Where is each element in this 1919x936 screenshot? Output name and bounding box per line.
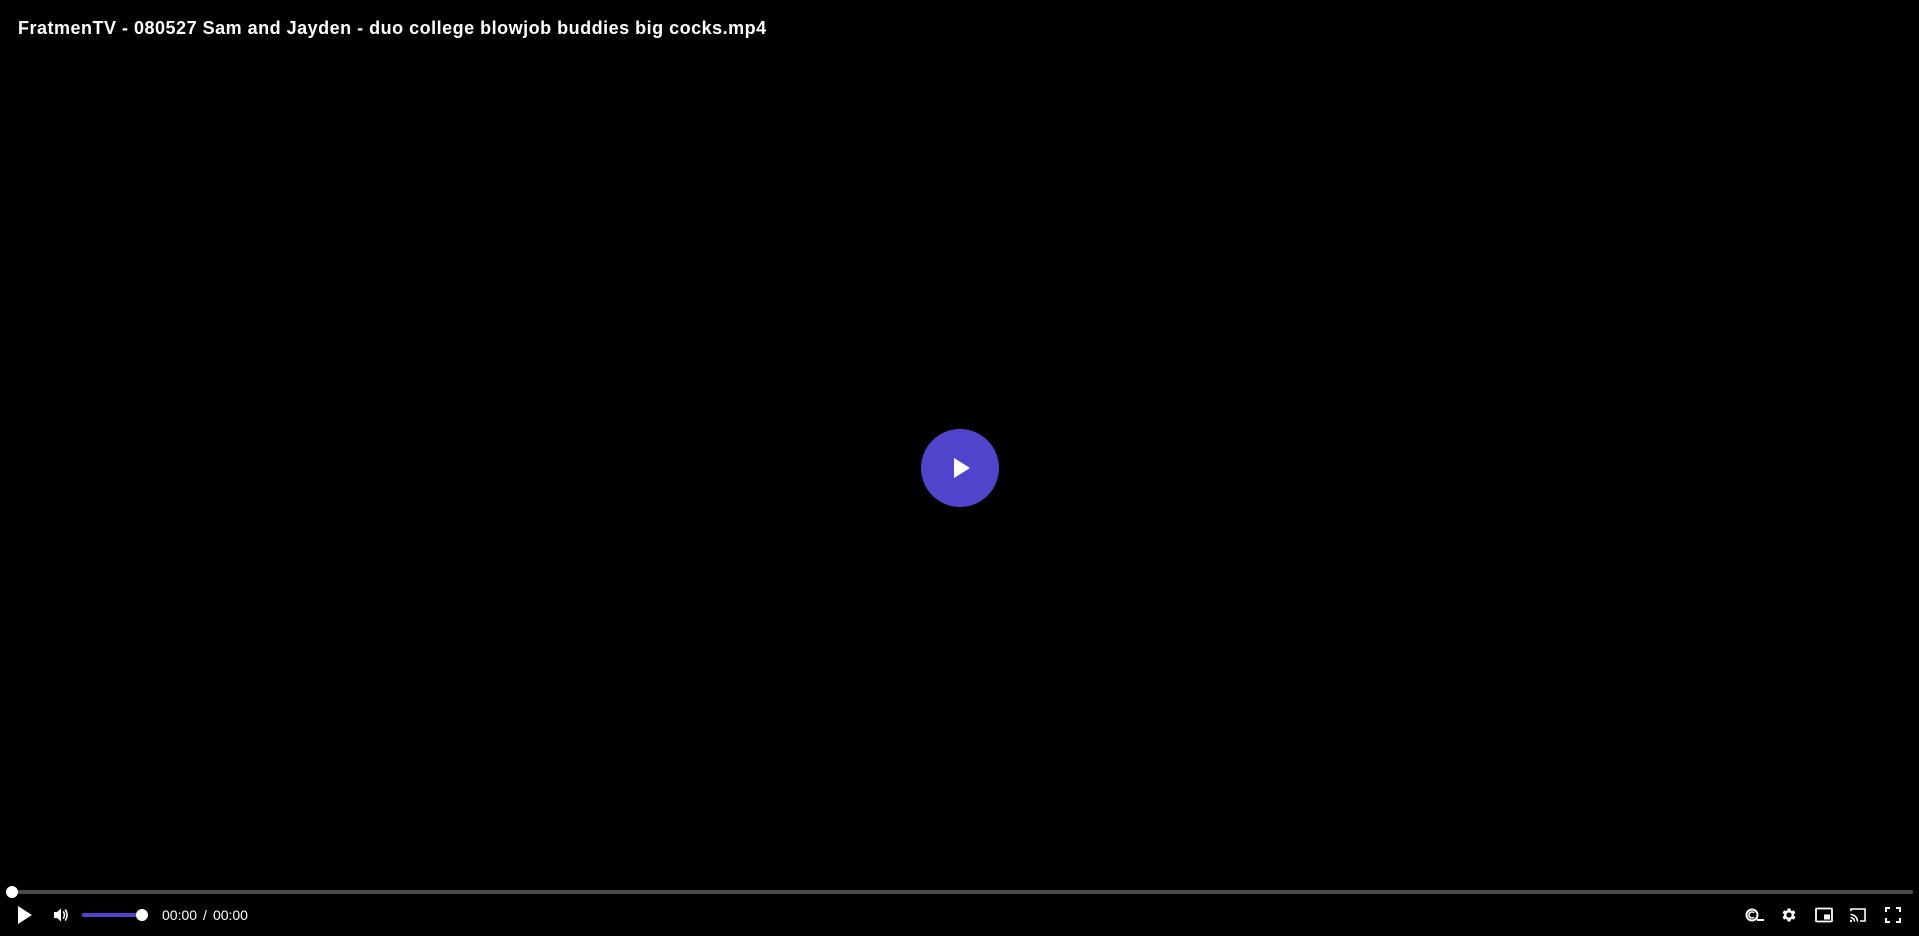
volume-slider[interactable] <box>82 907 148 923</box>
gear-icon <box>1782 908 1796 922</box>
volume-thumb[interactable] <box>136 909 148 921</box>
video-title: FratmenTV - 080527 Sam and Jayden - duo … <box>18 18 767 38</box>
big-play-button[interactable] <box>921 429 999 507</box>
volume-icon <box>54 908 68 922</box>
video-player[interactable]: FratmenTV - 080527 Sam and Jayden - duo … <box>0 0 1919 936</box>
play-button[interactable] <box>14 904 36 926</box>
settings-button[interactable] <box>1778 904 1800 926</box>
volume-fill <box>82 913 142 917</box>
picture-in-picture-icon <box>1815 907 1833 923</box>
time-separator: / <box>203 907 207 923</box>
control-bar: 00:00 / 00:00 <box>0 900 1919 930</box>
captions-button[interactable] <box>1744 904 1766 926</box>
cast-button[interactable] <box>1847 904 1869 926</box>
mute-button[interactable] <box>50 904 72 926</box>
time-display: 00:00 / 00:00 <box>162 907 248 923</box>
current-time: 00:00 <box>162 907 198 923</box>
progress-thumb[interactable] <box>6 886 18 898</box>
cast-icon <box>1849 908 1866 923</box>
captions-icon <box>1745 908 1764 922</box>
duration: 00:00 <box>212 907 248 923</box>
fullscreen-icon <box>1885 907 1901 923</box>
play-icon <box>18 906 32 924</box>
pip-button[interactable] <box>1813 904 1835 926</box>
progress-track <box>8 890 1913 894</box>
progress-bar[interactable] <box>6 886 1913 898</box>
play-icon <box>954 458 970 478</box>
fullscreen-button[interactable] <box>1882 904 1904 926</box>
